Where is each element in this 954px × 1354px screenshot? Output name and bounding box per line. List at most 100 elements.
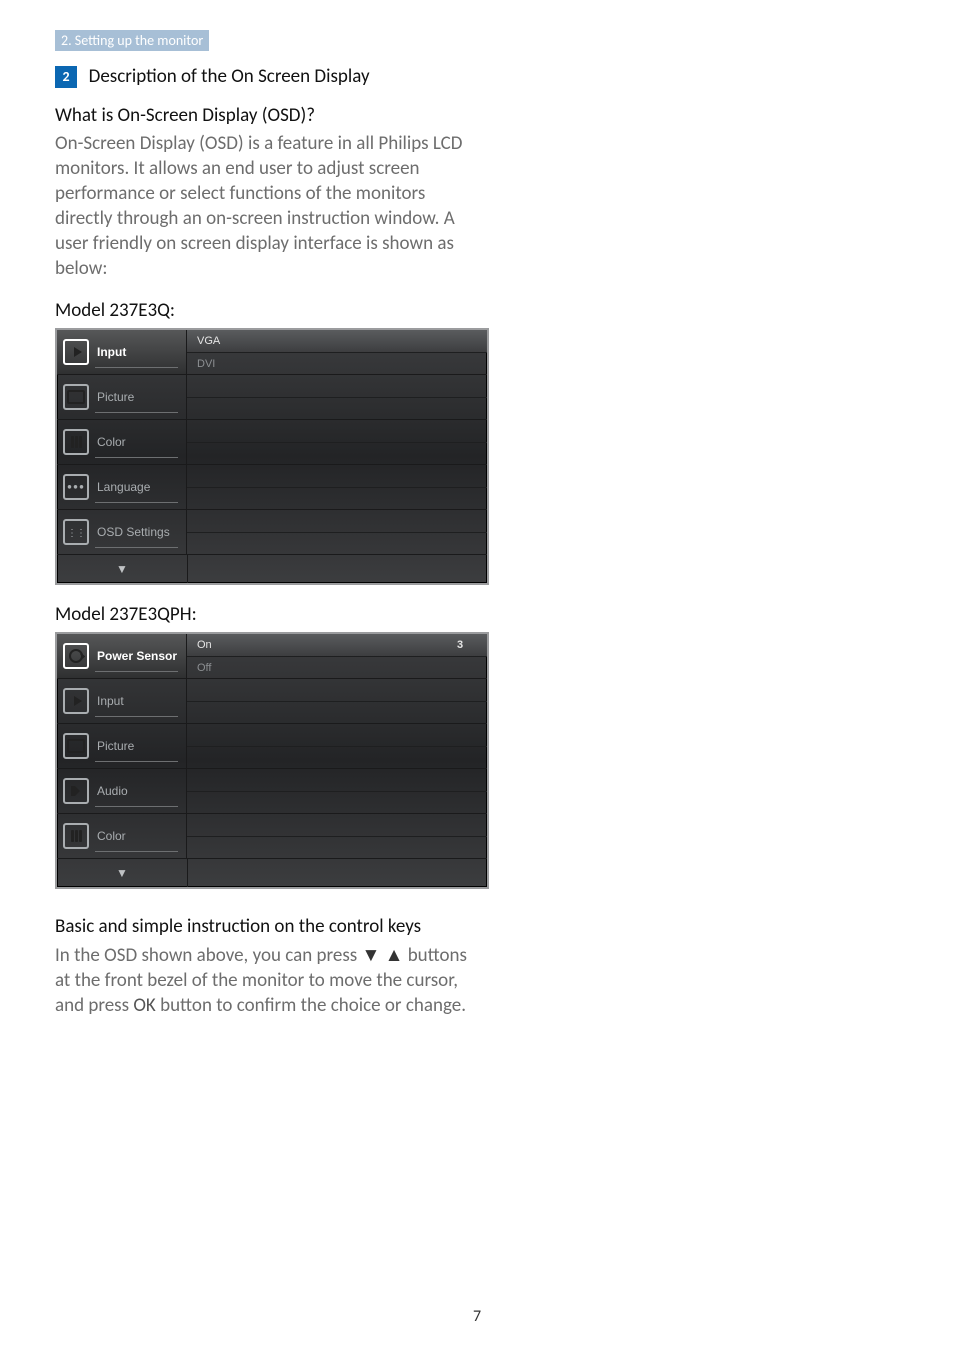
audio-icon [71,786,75,796]
osd-item-label: Input [97,694,124,708]
osd-item-label: Picture [97,739,134,753]
osd-submenu [187,769,487,813]
osd-menu-item[interactable]: OSD Settings [57,510,187,554]
osd-menu-item[interactable]: Input [57,679,187,723]
input-icon [74,696,82,706]
osd-submenu-item[interactable] [187,533,487,555]
osd-submenu-item[interactable]: Off [187,657,487,679]
osd-submenu-item[interactable] [187,814,487,837]
osd-menu-item[interactable]: Color [57,814,187,858]
osd-menu-237e3qph: Power Sensor On3 Off Input Picture Audio Color… [55,632,489,889]
osd-submenu-item[interactable] [187,792,487,814]
osd-item-label: Input [97,345,126,359]
osd-item-icon-box [63,733,89,759]
osd-row: Color [57,814,487,859]
osd-submenu-item[interactable]: On3 [187,634,487,657]
osd-submenu-item[interactable] [187,724,487,747]
picture-icon [67,390,85,404]
osd-submenu [187,724,487,768]
osd-submenu-item[interactable] [187,837,487,859]
basic-instruction-heading: Basic and simple instruction on the cont… [55,915,485,939]
osd-item-icon-box [63,519,89,545]
input-icon [74,347,82,357]
osd-submenu [187,679,487,723]
osd-row: Audio [57,769,487,814]
osd-submenu-item[interactable] [187,420,487,443]
osd-submenu-item[interactable]: VGA [187,330,487,353]
model-237e3qph-heading: Model 237E3QPH: [55,603,899,626]
osd-submenu-item[interactable] [187,398,487,420]
osd-item-icon-box [63,778,89,804]
subheading-what-is-osd: What is On-Screen Display (OSD)? [55,104,899,127]
osd-submenu-item[interactable] [187,443,487,465]
osd-submenu-item[interactable] [187,375,487,398]
osd-menu-item[interactable]: Picture [57,375,187,419]
up-arrow-glyph: ▲ [385,944,404,967]
osd-item-icon-box: ••• [63,474,89,500]
osd-menu-item[interactable]: Audio [57,769,187,813]
osd-submenu: On3 Off [187,634,487,678]
basic-text-1: In the OSD shown above, you can press [55,944,361,967]
down-arrow-glyph: ▼ [361,944,380,967]
osd-row: Power Sensor On3 Off [57,634,487,679]
osd-item-icon-box [63,339,89,365]
osd-item-label: Audio [97,784,128,798]
osd-row: Picture [57,724,487,769]
basic-text-3: button to confirm the choice or change. [156,994,466,1017]
osd-submenu-item[interactable] [187,488,487,510]
osd-bottom-row: ▼ [57,555,487,583]
osd-item-icon-box [63,823,89,849]
osd-settings-icon [67,525,85,539]
osd-bottom-row: ▼ [57,859,487,887]
osd-row: Input VGA DVI [57,330,487,375]
osd-menu-item[interactable]: Picture [57,724,187,768]
step-number-badge: 2 [55,66,77,88]
osd-item-icon-box [63,688,89,714]
page-number: 7 [473,1307,481,1326]
section-title: Description of the On Screen Display [89,65,370,88]
osd-submenu: VGA DVI [187,330,487,374]
osd-submenu-label: Off [187,662,327,674]
breadcrumb: 2. Setting up the monitor [55,30,209,51]
osd-submenu-label: On [187,639,327,651]
language-icon: ••• [67,482,85,492]
osd-submenu [187,465,487,509]
osd-menu-item[interactable]: Input [57,330,187,374]
osd-menu-item[interactable]: Color [57,420,187,464]
osd-menu-237e3q: Input VGA DVIPicture Color ••• Language OSD Se… [55,328,489,585]
osd-submenu-label: VGA [187,335,327,347]
osd-row: Color [57,420,487,465]
osd-row: ••• Language [57,465,487,510]
model-237e3q-heading: Model 237E3Q: [55,299,899,322]
osd-submenu [187,420,487,464]
osd-item-label: Color [97,435,126,449]
osd-item-label: OSD Settings [97,525,170,539]
osd-submenu-item[interactable] [187,465,487,488]
osd-scroll-down[interactable]: ▼ [57,859,188,887]
osd-submenu [187,814,487,858]
osd-submenu [187,510,487,554]
osd-item-icon-box [63,643,89,669]
document-page: 2. Setting up the monitor 2 Description … [0,0,954,1354]
osd-scroll-down[interactable]: ▼ [57,555,188,583]
osd-submenu-item[interactable]: DVI [187,353,487,375]
osd-row: Input [57,679,487,724]
osd-item-label: Power Sensor [97,649,177,663]
osd-submenu-label: DVI [187,358,327,370]
color-icon [71,830,82,842]
osd-submenu-item[interactable] [187,702,487,724]
osd-menu-item[interactable]: ••• Language [57,465,187,509]
osd-submenu-item[interactable] [187,510,487,533]
osd-menu-item[interactable]: Power Sensor [57,634,187,678]
osd-submenu-item[interactable] [187,769,487,792]
osd-submenu-item[interactable] [187,747,487,769]
osd-item-label: Language [97,480,150,494]
power-sensor-icon [69,649,83,663]
color-icon [71,436,82,448]
osd-description-text: On-Screen Display (OSD) is a feature in … [55,131,485,281]
osd-item-label: Color [97,829,126,843]
osd-row: OSD Settings [57,510,487,555]
osd-row: Picture [57,375,487,420]
osd-item-icon-box [63,384,89,410]
osd-submenu-item[interactable] [187,679,487,702]
